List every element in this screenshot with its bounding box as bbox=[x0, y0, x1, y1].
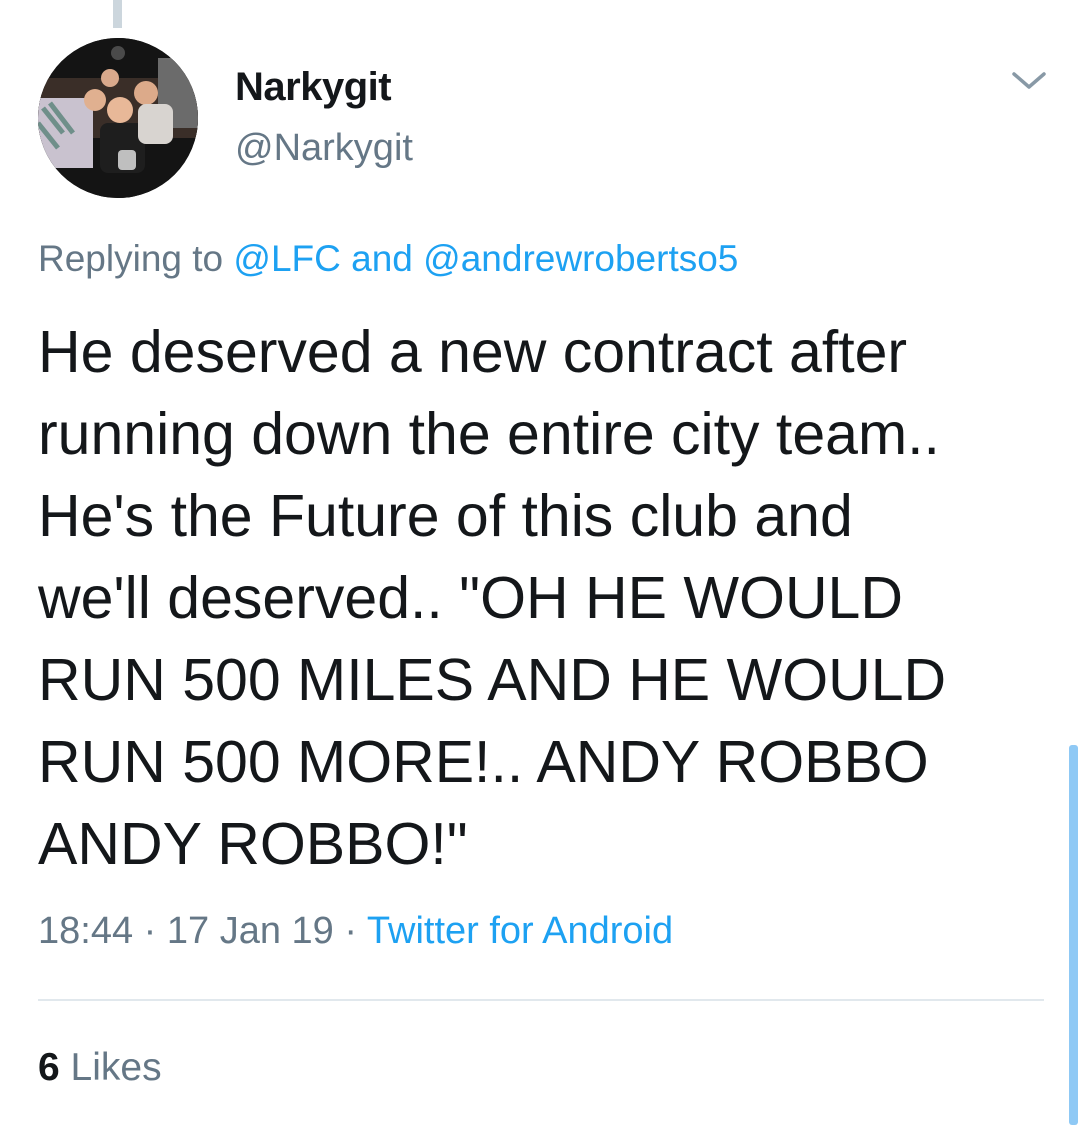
mention-lfc-link[interactable]: @LFC bbox=[233, 238, 340, 279]
replying-to-line: Replying to @LFC and @andrewrobertso5 bbox=[38, 238, 738, 280]
tweet-time: 18:44 bbox=[38, 910, 134, 952]
tweet-source-link[interactable]: Twitter for Android bbox=[367, 910, 673, 952]
user-handle[interactable]: @Narkygit bbox=[235, 127, 413, 170]
scrollbar-thumb[interactable] bbox=[1069, 745, 1078, 1125]
avatar-photo bbox=[38, 38, 198, 198]
avatar[interactable] bbox=[38, 38, 198, 198]
chevron-down-icon[interactable] bbox=[1008, 66, 1050, 96]
tweet-body-text: He deserved a new contract after running… bbox=[38, 319, 947, 877]
likes-count-link[interactable]: 6 Likes bbox=[38, 1046, 162, 1090]
likes-count: 6 bbox=[38, 1046, 60, 1089]
meta-separator: · bbox=[333, 910, 367, 952]
user-display-name[interactable]: Narkygit bbox=[235, 65, 392, 110]
replying-to-joiner: and bbox=[340, 238, 424, 279]
likes-label: Likes bbox=[59, 1046, 162, 1089]
mention-andrewrobertso5-link[interactable]: @andrewrobertso5 bbox=[423, 238, 738, 279]
meta-separator: · bbox=[133, 910, 167, 952]
tweet-date: 17 Jan 19 bbox=[166, 910, 334, 952]
thread-connector-line bbox=[113, 0, 122, 28]
tweet-metadata: 18:44 · 17 Jan 19 · Twitter for Android bbox=[38, 910, 673, 953]
replying-to-prefix: Replying to bbox=[38, 238, 234, 279]
tweet-detail-view: Narkygit @Narkygit Replying to @LFC and … bbox=[0, 0, 1080, 1125]
divider bbox=[38, 999, 1044, 1001]
